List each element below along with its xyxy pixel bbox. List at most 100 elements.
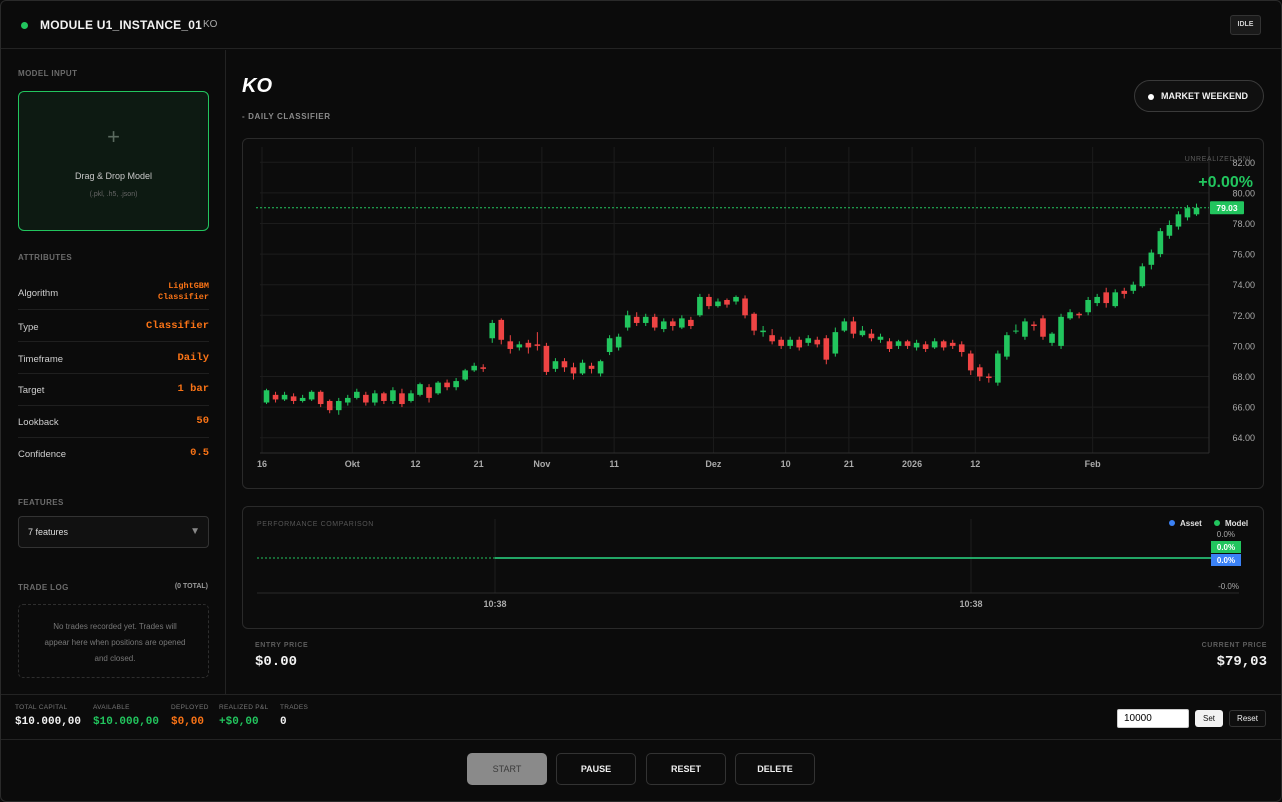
candle-body [1184,208,1191,218]
candle-body [444,382,450,388]
candle-body [516,344,523,348]
candle-body [507,341,514,349]
candle-body [706,296,712,307]
performance-chart[interactable]: PERFORMANCE COMPARISON Asset Model 0.0% -0.0… [243,507,1265,630]
candle-body [272,394,279,400]
attributes-title: ATTRIBUTES [18,253,73,262]
stat-value: +$0,00 [219,716,259,728]
reset-capital-button[interactable]: Reset [1229,710,1266,727]
price-chart[interactable]: 64.00 66.00 68.00 70.00 72.00 74.00 76.00 78.00… [243,139,1265,490]
candle-body [859,330,866,336]
y-tick-label: 72.00 [1232,311,1255,321]
stat-value: $10.000,00 [15,716,82,728]
x-tick-label: 10 [781,459,791,469]
symbol-title: KO [242,75,272,97]
candle-body [570,367,577,374]
candle-body [1166,225,1173,236]
legend-dot-asset [1169,520,1175,526]
stat-value: $10.000,00 [93,716,160,728]
set-capital-button[interactable]: Set [1195,710,1223,727]
candle-body [390,390,396,401]
pause-button[interactable]: PAUSE [556,753,636,785]
candle-body [670,321,676,327]
features-select[interactable]: 7 features ▼ [18,516,209,548]
x-tick-label: 21 [844,459,854,469]
candle-body [372,393,378,403]
candle-body [778,339,784,346]
last-price-label: 79.03 [1216,203,1238,213]
candle-body [561,361,568,368]
attr-key: Lookback [18,417,59,428]
stat-trades: TRADES 0 [280,704,308,728]
entry-price-block: ENTRY PRICE $0.00 [255,642,308,670]
candle-body [931,341,938,348]
candle-body [263,390,270,403]
sidebar: MODEL INPUT + Drag & Drop Model (.pkl, .… [1,50,226,694]
attr-value: 50 [196,415,209,427]
candle-body [588,365,595,369]
candle-body [417,384,423,395]
candle-body [832,332,839,354]
legend-dot-model [1214,520,1220,526]
candle-body [615,336,622,348]
stat-label: TOTAL CAPITAL [15,704,68,711]
app-window: MODULE U1_INSTANCE_01 KO IDLE MODEL INPU… [0,0,1282,802]
header-bar: MODULE U1_INSTANCE_01 KO IDLE [1,1,1281,49]
stat-label: DEPLOYED [171,704,209,711]
candle-body [471,365,477,371]
candle-body [904,341,911,346]
status-dot [21,22,28,29]
x-tick-label: 16 [257,459,267,469]
stat-available: AVAILABLE $10.000,00 [93,704,159,728]
perf-x-tick: 10:38 [483,599,506,609]
features-select-value: 7 features [28,527,69,537]
attr-key: Type [18,322,39,333]
candle-body [453,381,459,388]
candle-body [1004,335,1010,357]
candle-body [1049,333,1055,343]
candle-body [354,391,360,398]
candle-body [760,330,766,333]
market-status-dot [1148,94,1154,100]
candle-body [697,296,703,316]
stat-label: TRADES [280,704,309,711]
start-button[interactable]: START [467,753,547,785]
y-tick-label: 64.00 [1232,433,1255,443]
candle-body [435,382,441,394]
candle-body [940,341,947,348]
unrealized-pnl-value: +0.00% [1198,174,1253,191]
attr-key: Confidence [18,449,67,460]
x-tick-label: 2026 [902,459,922,469]
capital-input[interactable] [1117,709,1189,728]
status-badge: IDLE [1230,15,1261,35]
perf-y-tick: -0.0% [1218,582,1239,591]
legend-label-asset: Asset [1180,519,1202,528]
features-title: FEATURES [18,498,64,507]
candle-body [913,342,920,348]
model-dropzone[interactable]: + Drag & Drop Model (.pkl, .h5, .json) [18,91,209,231]
candle-body [498,319,505,340]
candle-body [715,301,721,307]
candle-body [344,397,351,403]
current-price-value: $79,03 [1216,654,1267,670]
candle-body [363,394,369,403]
candle-body [1022,321,1028,337]
delete-button[interactable]: DELETE [735,753,815,785]
candle-body [958,344,965,353]
candle-body [579,362,586,374]
candle-body [326,400,333,411]
candle-body [381,393,387,401]
price-chart-panel: 64.00 66.00 68.00 70.00 72.00 74.00 76.00 78.00… [242,138,1264,489]
perf-y-tick: 0.0% [1217,530,1235,539]
candle-body [1175,214,1182,227]
x-tick-label: 12 [410,459,420,469]
candle-body [426,387,432,398]
candle-body [308,391,315,400]
candle-body [335,400,342,411]
stat-realized-pnl: REALIZED P&L +$0,00 [219,704,268,728]
candle-body [787,339,793,346]
candle-body [769,335,775,342]
stat-label: REALIZED P&L [219,704,269,711]
reset-button[interactable]: RESET [646,753,726,785]
main-panel: KO - DAILY CLASSIFIER MARKET WEEKEND 64.… [227,50,1281,694]
